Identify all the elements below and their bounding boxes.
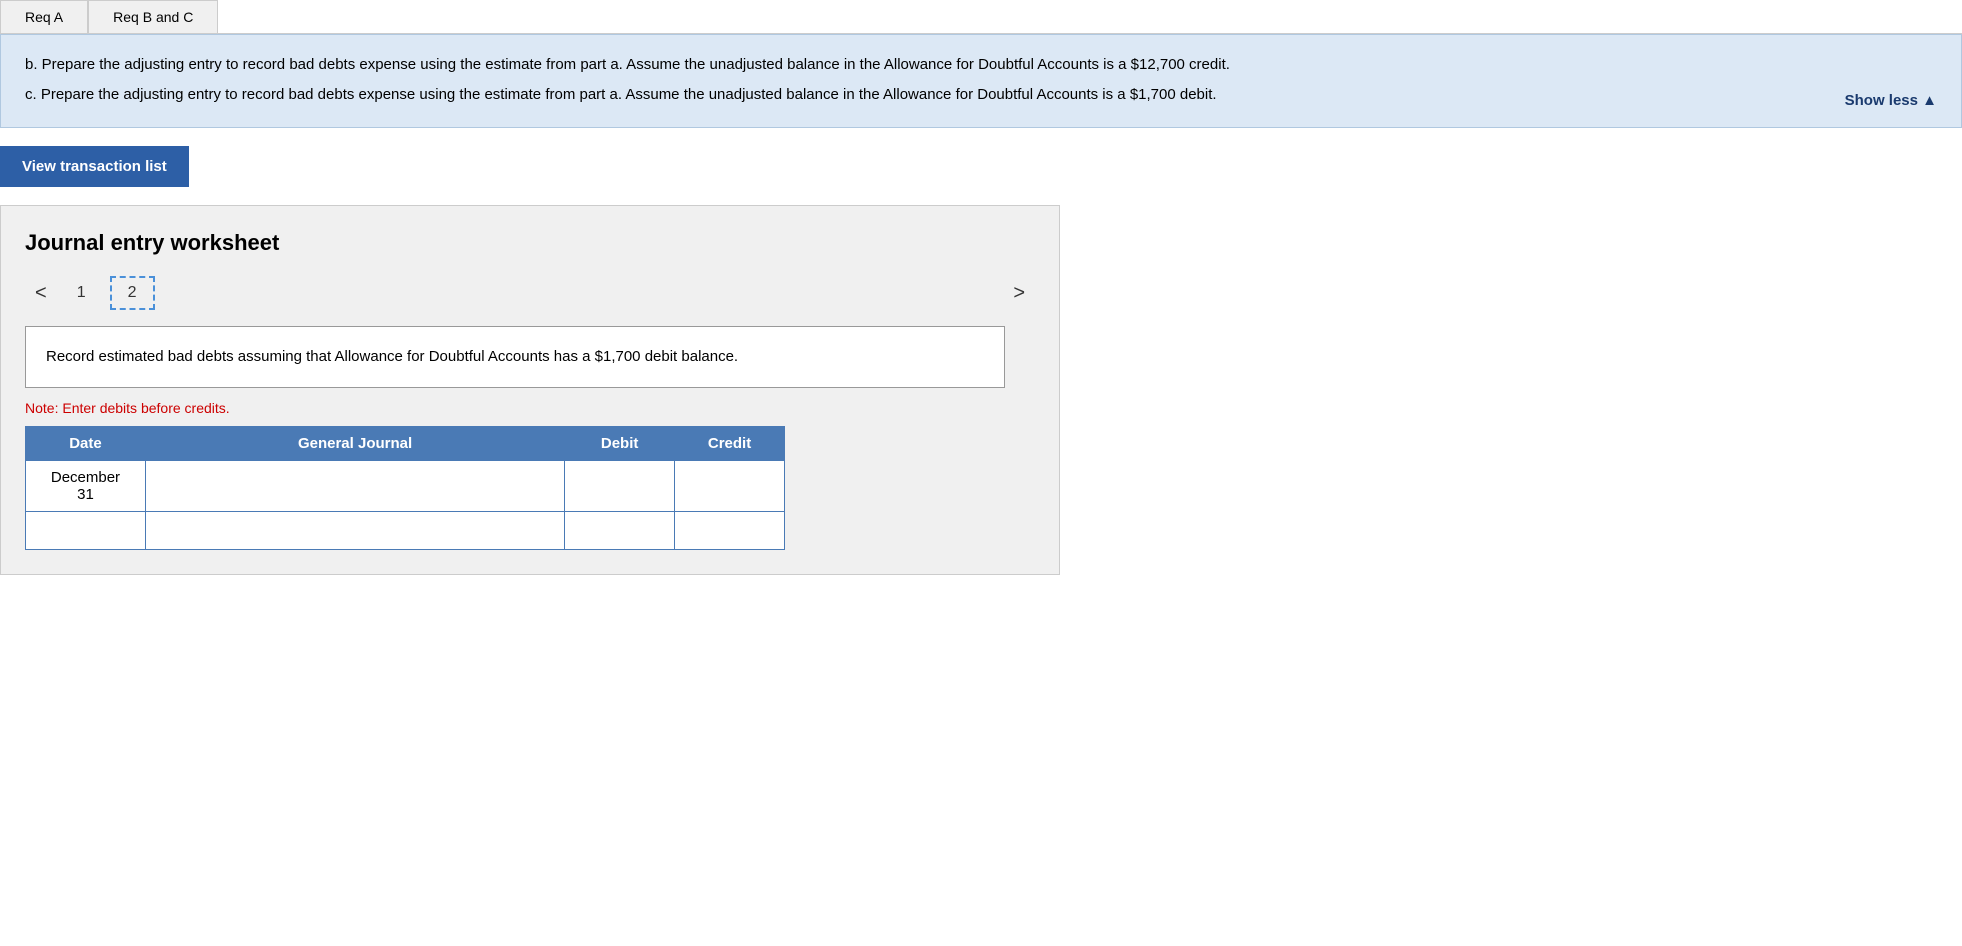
view-transaction-list-button[interactable]: View transaction list xyxy=(0,146,189,187)
credit-cell-2[interactable] xyxy=(675,512,785,550)
instructions-box: b. Prepare the adjusting entry to record… xyxy=(0,34,1962,128)
nav-next-button[interactable]: > xyxy=(1003,278,1035,309)
worksheet-nav-row: < 1 2 > xyxy=(25,276,1035,310)
description-text: Record estimated bad debts assuming that… xyxy=(46,348,738,365)
tab-bar: Req A Req B and C xyxy=(0,0,1962,34)
general-journal-cell-1[interactable] xyxy=(145,461,564,512)
table-row: December31 xyxy=(26,461,785,512)
general-journal-input-1[interactable] xyxy=(158,478,552,495)
worksheet-title: Journal entry worksheet xyxy=(25,230,1035,256)
page-2-button[interactable]: 2 xyxy=(110,276,155,310)
debit-input-1[interactable] xyxy=(577,478,662,495)
table-row xyxy=(26,512,785,550)
col-header-date: Date xyxy=(26,427,146,461)
col-header-debit: Debit xyxy=(565,427,675,461)
general-journal-input-2[interactable] xyxy=(158,522,552,539)
show-less-link[interactable]: Show less xyxy=(1845,89,1937,113)
worksheet-container: Journal entry worksheet < 1 2 > Record e… xyxy=(0,205,1060,575)
credit-cell-1[interactable] xyxy=(675,461,785,512)
table-header-row: Date General Journal Debit Credit xyxy=(26,427,785,461)
credit-input-2[interactable] xyxy=(687,522,772,539)
page-1-button[interactable]: 1 xyxy=(61,278,102,308)
general-journal-cell-2[interactable] xyxy=(145,512,564,550)
description-box: Record estimated bad debts assuming that… xyxy=(25,326,1005,388)
tab-req-a[interactable]: Req A xyxy=(0,0,88,33)
debit-cell-1[interactable] xyxy=(565,461,675,512)
date-cell-1: December31 xyxy=(26,461,146,512)
date-cell-2 xyxy=(26,512,146,550)
col-header-general-journal: General Journal xyxy=(145,427,564,461)
date-value-1: December31 xyxy=(51,469,120,503)
instruction-part-c: c. Prepare the adjusting entry to record… xyxy=(25,83,1937,107)
col-header-credit: Credit xyxy=(675,427,785,461)
note-text: Note: Enter debits before credits. xyxy=(25,400,1035,416)
debit-input-2[interactable] xyxy=(577,522,662,539)
nav-prev-button[interactable]: < xyxy=(25,278,57,309)
credit-input-1[interactable] xyxy=(687,478,772,495)
instruction-part-b: b. Prepare the adjusting entry to record… xyxy=(25,53,1937,77)
tab-req-bc[interactable]: Req B and C xyxy=(88,0,218,33)
debit-cell-2[interactable] xyxy=(565,512,675,550)
journal-table: Date General Journal Debit Credit Decemb… xyxy=(25,426,785,550)
